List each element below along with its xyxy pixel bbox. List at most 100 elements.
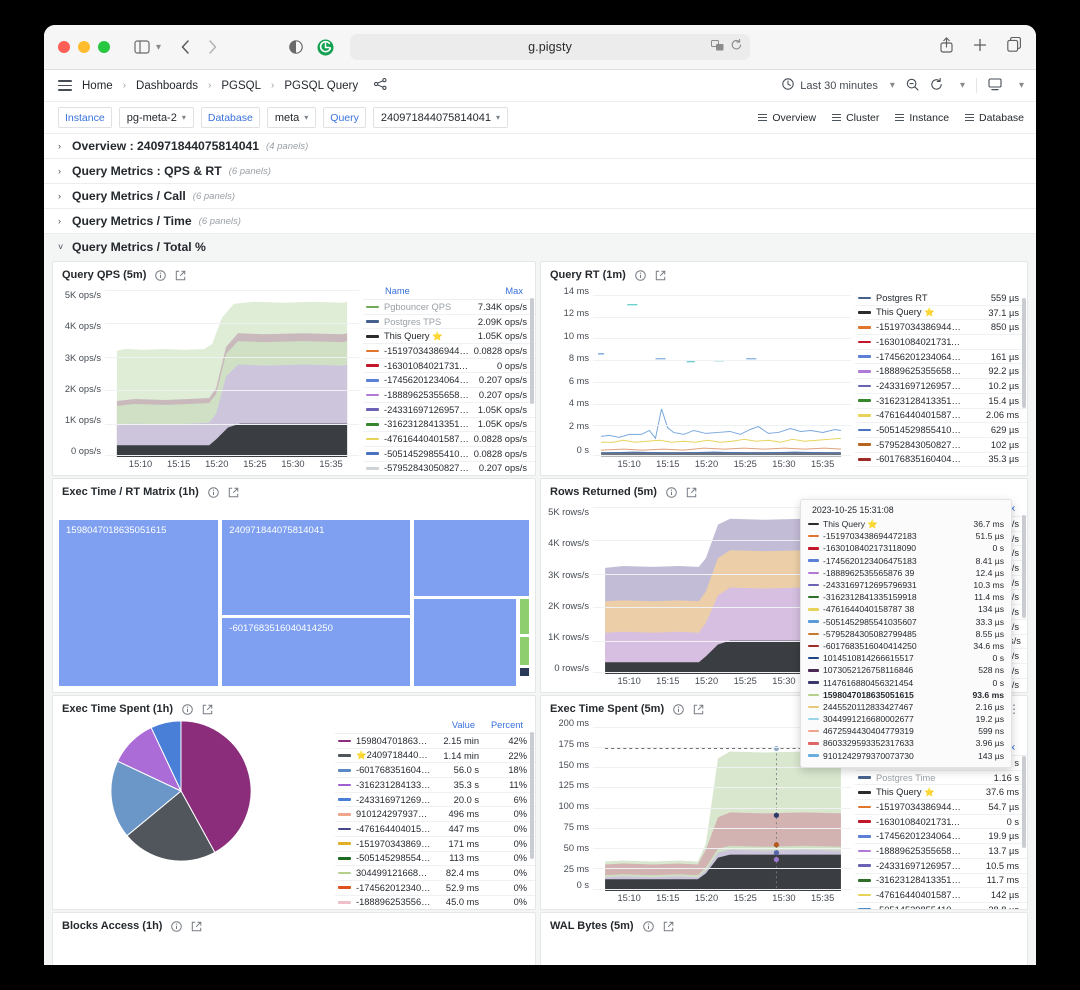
reader-icon[interactable] [289,40,303,54]
reload-icon[interactable] [731,38,742,56]
zoom-out-icon[interactable] [906,78,919,94]
legend-row[interactable]: -243316971269579693110.2 µs [855,379,1027,394]
legend-row[interactable]: -57952843050827994850.207 ops/s [363,462,535,475]
legend-row[interactable]: 15980470186350516152.15 min42% [335,734,535,749]
breadcrumb-dashboards[interactable]: Dashboards [136,80,198,92]
legend-row[interactable]: -1888962535565876 3945.0 ms0% [335,896,535,909]
external-link-icon[interactable] [202,704,213,715]
variable-select-query[interactable]: 240971844075814041▾ [373,107,508,128]
qps-legend[interactable]: Name Max Pgbouncer QPS7.34K ops/sPostgre… [363,284,535,475]
legend-row[interactable]: -4761644040158787 38142 µs [855,888,1027,903]
legend-row[interactable]: -1888962535565876 3913.7 µs [855,844,1027,859]
share-icon[interactable] [940,37,953,58]
legend-col-name[interactable]: Name [363,286,467,296]
external-link-icon[interactable] [663,921,674,932]
chevron-down-icon[interactable]: ▾ [960,80,965,91]
info-icon[interactable] [666,487,677,498]
translate-icon[interactable] [711,38,724,56]
breadcrumb-pgsql[interactable]: PGSQL [221,80,261,92]
panel-blocks-access[interactable]: Blocks Access (1h) [52,912,536,965]
legend-row[interactable]: -50514529855410356070.0828 ops/s [363,447,535,462]
dashboard-link-overview[interactable]: Overview [758,112,816,124]
row-header-qps-rt[interactable]: › Query Metrics : QPS & RT (6 panels) [44,159,1036,184]
treemap-cell[interactable] [413,598,517,687]
pie-legend[interactable]: Value Percent 15980470186350516152.15 mi… [335,718,535,909]
legend-header[interactable]: Value Percent [335,718,535,734]
legend-row[interactable]: -1888962535565876 390.207 ops/s [363,388,535,403]
dashboard-link-database[interactable]: Database [965,112,1024,124]
legend-row[interactable]: This Query ⭐37.1 µs [855,306,1027,321]
info-icon[interactable] [643,921,654,932]
breadcrumb-home[interactable]: Home [82,80,113,92]
treemap-cell[interactable] [519,667,530,677]
legend-col-percent[interactable]: Percent [483,720,531,730]
row-header-time[interactable]: › Query Metrics / Time (6 panels) [44,209,1036,234]
treemap[interactable]: 1598047018635051615240971844075814041-60… [58,519,530,687]
legend-row[interactable]: -174562012340647518352.9 ms0% [335,881,535,896]
legend-row[interactable]: -4761644040158787 380.0828 ops/s [363,432,535,447]
treemap-cell[interactable] [519,636,530,666]
info-icon[interactable] [673,704,684,715]
legend-row[interactable]: -4761644040158787 38447 ms0% [335,822,535,837]
info-icon[interactable] [182,704,193,715]
panel-wal-bytes[interactable]: WAL Bytes (5m) [540,912,1028,965]
kiosk-icon[interactable] [988,78,1002,94]
rt-plot[interactable]: 14 ms 12 ms 10 ms 8 ms 6 ms 4 ms 2 ms 0 … [541,284,855,475]
treemap-cell[interactable]: 240971844075814041 [221,519,411,616]
info-icon[interactable] [171,921,182,932]
legend-row[interactable]: -243316971269579693120.0 s6% [335,793,535,808]
hamburger-icon[interactable] [58,80,72,91]
legend-row[interactable]: -601768351604041425056.0 s18% [335,763,535,778]
dashboard-link-instance[interactable]: Instance [895,112,949,124]
legend-row[interactable]: -4761644040158787 382.06 ms [855,409,1027,424]
new-tab-icon[interactable] [973,38,987,57]
legend-row[interactable]: Pgbouncer QPS7.34K ops/s [363,300,535,315]
sidebar-icon[interactable] [134,40,150,54]
legend-row[interactable]: -316231284133515991811.7 ms [855,874,1027,889]
legend-scrollbar[interactable] [530,732,534,909]
breadcrumb-pgsql-query[interactable]: PGSQL Query [284,80,358,92]
variable-select-database[interactable]: meta▾ [267,107,316,128]
legend-row[interactable]: -15197034386944721830.0828 ops/s [363,344,535,359]
legend-row[interactable]: -316231284133515991815.4 µs [855,394,1027,409]
refresh-icon[interactable] [930,78,943,94]
row-header-total-pct[interactable]: ˅ Query Metrics / Total % [44,234,1036,259]
legend-row[interactable]: -5795284305082799485102 µs [855,438,1027,453]
legend-row[interactable]: -17456201234064751830.207 ops/s [363,373,535,388]
legend-scrollbar[interactable] [530,298,534,475]
info-icon[interactable] [208,487,219,498]
panel-exec-rt-matrix[interactable]: Exec Time / RT Matrix (1h) 1598047018635… [52,478,536,693]
legend-row[interactable]: ⭐2409718440758140411.14 min22% [335,749,535,764]
legend-row[interactable]: -16301084021731180900 s [855,815,1027,830]
legend-row[interactable]: Postgres RT559 µs [855,291,1027,306]
info-icon[interactable] [155,270,166,281]
qps-plot[interactable]: 5K ops/s 4K ops/s 3K ops/s 2K ops/s 1K o… [53,284,363,475]
maximize-window-button[interactable] [98,41,110,53]
legend-row[interactable]: 304499121668000267782.4 ms0% [335,866,535,881]
legend-row[interactable]: -1519703438694472183171 ms0% [335,837,535,852]
legend-row[interactable]: -31623128413351599181.05K ops/s [363,418,535,433]
legend-row[interactable]: -5051452985541035607113 ms0% [335,852,535,867]
legend-row[interactable]: -1888962535565876 3992.2 µs [855,364,1027,379]
chevron-down-icon[interactable]: ▾ [1019,80,1024,91]
treemap-cell[interactable]: -6017683516040414250 [221,617,411,687]
legend-row[interactable]: Postgres TPS2.09K ops/s [363,315,535,330]
legend-scrollbar[interactable] [1022,515,1026,692]
legend-scrollbar[interactable] [1022,756,1026,909]
legend-row[interactable]: -5051452985541035607629 µs [855,423,1027,438]
legend-header[interactable]: Name Max [363,284,535,300]
external-link-icon[interactable] [655,270,666,281]
dashboard-link-cluster[interactable]: Cluster [832,112,879,124]
chevron-down-icon[interactable]: ▾ [156,42,161,53]
row-header-call[interactable]: › Query Metrics / Call (6 panels) [44,184,1036,209]
legend-row[interactable]: -1519703438694472183850 µs [855,320,1027,335]
legend-row[interactable]: -243316971269579693110.5 ms [855,859,1027,874]
address-bar[interactable]: g.pigsty [350,34,750,60]
legend-row[interactable]: -151970343869447218354.7 µs [855,800,1027,815]
legend-row[interactable]: -505145298554103560738.8 µs [855,903,1027,909]
rt-legend[interactable]: Postgres RT559 µsThis Query ⭐37.1 µs-151… [855,284,1027,475]
legend-row[interactable]: -601768351604041425035.3 µs [855,453,1027,468]
tab-overview-icon[interactable] [1007,37,1022,57]
legend-row[interactable]: 9101242979370073730496 ms0% [335,807,535,822]
treemap-cell[interactable]: 1598047018635051615 [58,519,219,687]
